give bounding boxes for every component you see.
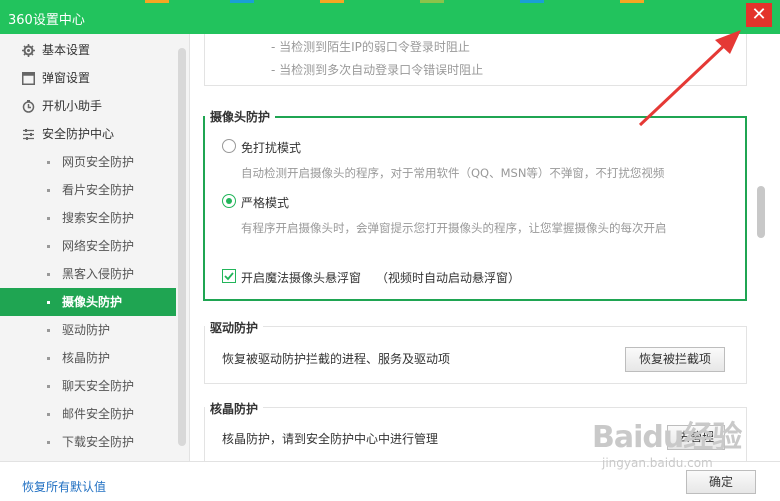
sidebar-subitem-label: 搜索安全防护 xyxy=(62,211,135,225)
checkmark-icon xyxy=(224,272,234,281)
option-strict-label[interactable]: 严格模式 xyxy=(241,194,289,211)
float-window-checkbox[interactable] xyxy=(222,269,236,283)
bullet-dot xyxy=(47,413,50,416)
timer-icon xyxy=(22,100,35,113)
section-title-core: 核晶防护 xyxy=(205,400,264,417)
sidebar-subitem[interactable]: 下载安全防护 xyxy=(0,428,176,456)
radio-no-disturb[interactable] xyxy=(222,139,236,153)
sidebar-item-label: 弹窗设置 xyxy=(42,71,91,85)
option-no-disturb-label[interactable]: 免打扰模式 xyxy=(241,139,301,156)
sidebar-subitem-label: 核晶防护 xyxy=(62,351,111,365)
sidebar-item-basic-settings[interactable]: 基本设置 xyxy=(0,36,176,64)
top-color-strip xyxy=(0,0,780,3)
sidebar-subitem-label: 摄像头防护 xyxy=(62,295,123,309)
sidebar-item-label: 开机小助手 xyxy=(42,99,103,113)
bullet-dot xyxy=(47,217,50,220)
bullet-dot xyxy=(47,161,50,164)
bullet-dot xyxy=(47,189,50,192)
sidebar-subitem-label: 看片安全防护 xyxy=(62,183,135,197)
restore-blocked-button[interactable]: 恢复被拦截项 xyxy=(625,347,725,372)
close-icon: ✕ xyxy=(751,4,767,25)
watermark-url: jingyan.baidu.com xyxy=(602,456,713,470)
bullet-dot xyxy=(47,357,50,360)
sidebar-item-security-center[interactable]: 安全防护中心 xyxy=(0,120,176,148)
float-window-label[interactable]: 开启魔法摄像头悬浮窗 xyxy=(241,269,361,286)
close-button[interactable]: ✕ xyxy=(746,3,772,27)
sidebar-subitem[interactable]: 邮件安全防护 xyxy=(0,400,176,428)
bullet-dot xyxy=(47,441,50,444)
sidebar-subitem-label: 聊天安全防护 xyxy=(62,379,135,393)
radio-strict-mode[interactable] xyxy=(222,194,236,208)
bullet-dot xyxy=(47,245,50,248)
title-bar xyxy=(0,0,780,34)
gear-icon xyxy=(22,44,35,57)
window-icon xyxy=(22,72,35,85)
section-title-driver: 驱动防护 xyxy=(205,319,264,336)
sidebar-item-label: 基本设置 xyxy=(42,43,91,57)
sidebar-subitem[interactable]: 看片安全防护 xyxy=(0,176,176,204)
sidebar-item-label: 安全防护中心 xyxy=(42,127,115,141)
sidebar-scrollbar[interactable] xyxy=(178,48,186,446)
login-note: - 当检测到多次自动登录口令错误时阻止 xyxy=(271,63,484,77)
login-note: - 当检测到陌生IP的弱口令登录时阻止 xyxy=(271,40,470,54)
bullet-dot xyxy=(47,301,50,304)
sidebar-subitem[interactable]: 聊天安全防护 xyxy=(0,372,176,400)
option-strict-desc: 有程序开启摄像头时，会弹窗提示您打开摄像头的程序，让您掌握摄像头的每次开启 xyxy=(241,221,667,235)
sidebar-subitem-label: 下载安全防护 xyxy=(62,435,135,449)
watermark-brand: Baidu经验 xyxy=(592,420,742,455)
sidebar-subitem[interactable]: 网络安全防护 xyxy=(0,232,176,260)
bullet-dot xyxy=(47,329,50,332)
sidebar-subitem[interactable]: 核晶防护 xyxy=(0,344,176,372)
bullet-dot xyxy=(47,273,50,276)
driver-desc: 恢复被驱动防护拦截的进程、服务及驱动项 xyxy=(222,352,451,366)
sidebar-subitem-label: 网络安全防护 xyxy=(62,239,135,253)
window-title: 360设置中心 xyxy=(8,13,85,28)
float-window-note: （视频时自动启动悬浮窗） xyxy=(376,271,521,285)
option-no-disturb-desc: 自动检测开启摄像头的程序，对于常用软件（QQ、MSN等）不弹窗，不打扰您视频 xyxy=(241,166,665,180)
sidebar-subitem[interactable]: 驱动防护 xyxy=(0,316,176,344)
section-title-camera: 摄像头防护 xyxy=(205,108,276,125)
sidebar-subitem-label: 黑客入侵防护 xyxy=(62,267,135,281)
sliders-icon xyxy=(23,129,34,140)
sidebar-subitem-label: 驱动防护 xyxy=(62,323,111,337)
sidebar-item-boot-assistant[interactable]: 开机小助手 xyxy=(0,92,176,120)
bullet-dot xyxy=(47,385,50,388)
sidebar-subitem[interactable]: 黑客入侵防护 xyxy=(0,260,176,288)
sidebar-subitem[interactable]: 网页安全防护 xyxy=(0,148,176,176)
main-scrollbar[interactable] xyxy=(757,186,765,238)
restore-defaults-link[interactable]: 恢复所有默认值 xyxy=(22,478,106,495)
sidebar-subitem-label: 邮件安全防护 xyxy=(62,407,135,421)
sidebar: 基本设置 弹窗设置 开机小助手 安全防护中心 网页安全防护 看片安全防护 搜索安… xyxy=(0,34,190,461)
sidebar-subitem-label: 网页安全防护 xyxy=(62,155,135,169)
sidebar-subitem[interactable]: 搜索安全防护 xyxy=(0,204,176,232)
sidebar-item-popup-settings[interactable]: 弹窗设置 xyxy=(0,64,176,92)
baidu-watermark: Baidu经验 jingyan.baidu.com xyxy=(588,412,778,492)
main-content: - 当检测到陌生IP的弱口令登录时阻止 - 当检测到多次自动登录口令错误时阻止 … xyxy=(191,34,780,461)
core-desc: 核晶防护，请到安全防护中心中进行管理 xyxy=(222,432,439,446)
sidebar-subitem-camera-active[interactable]: 摄像头防护 xyxy=(0,288,176,316)
